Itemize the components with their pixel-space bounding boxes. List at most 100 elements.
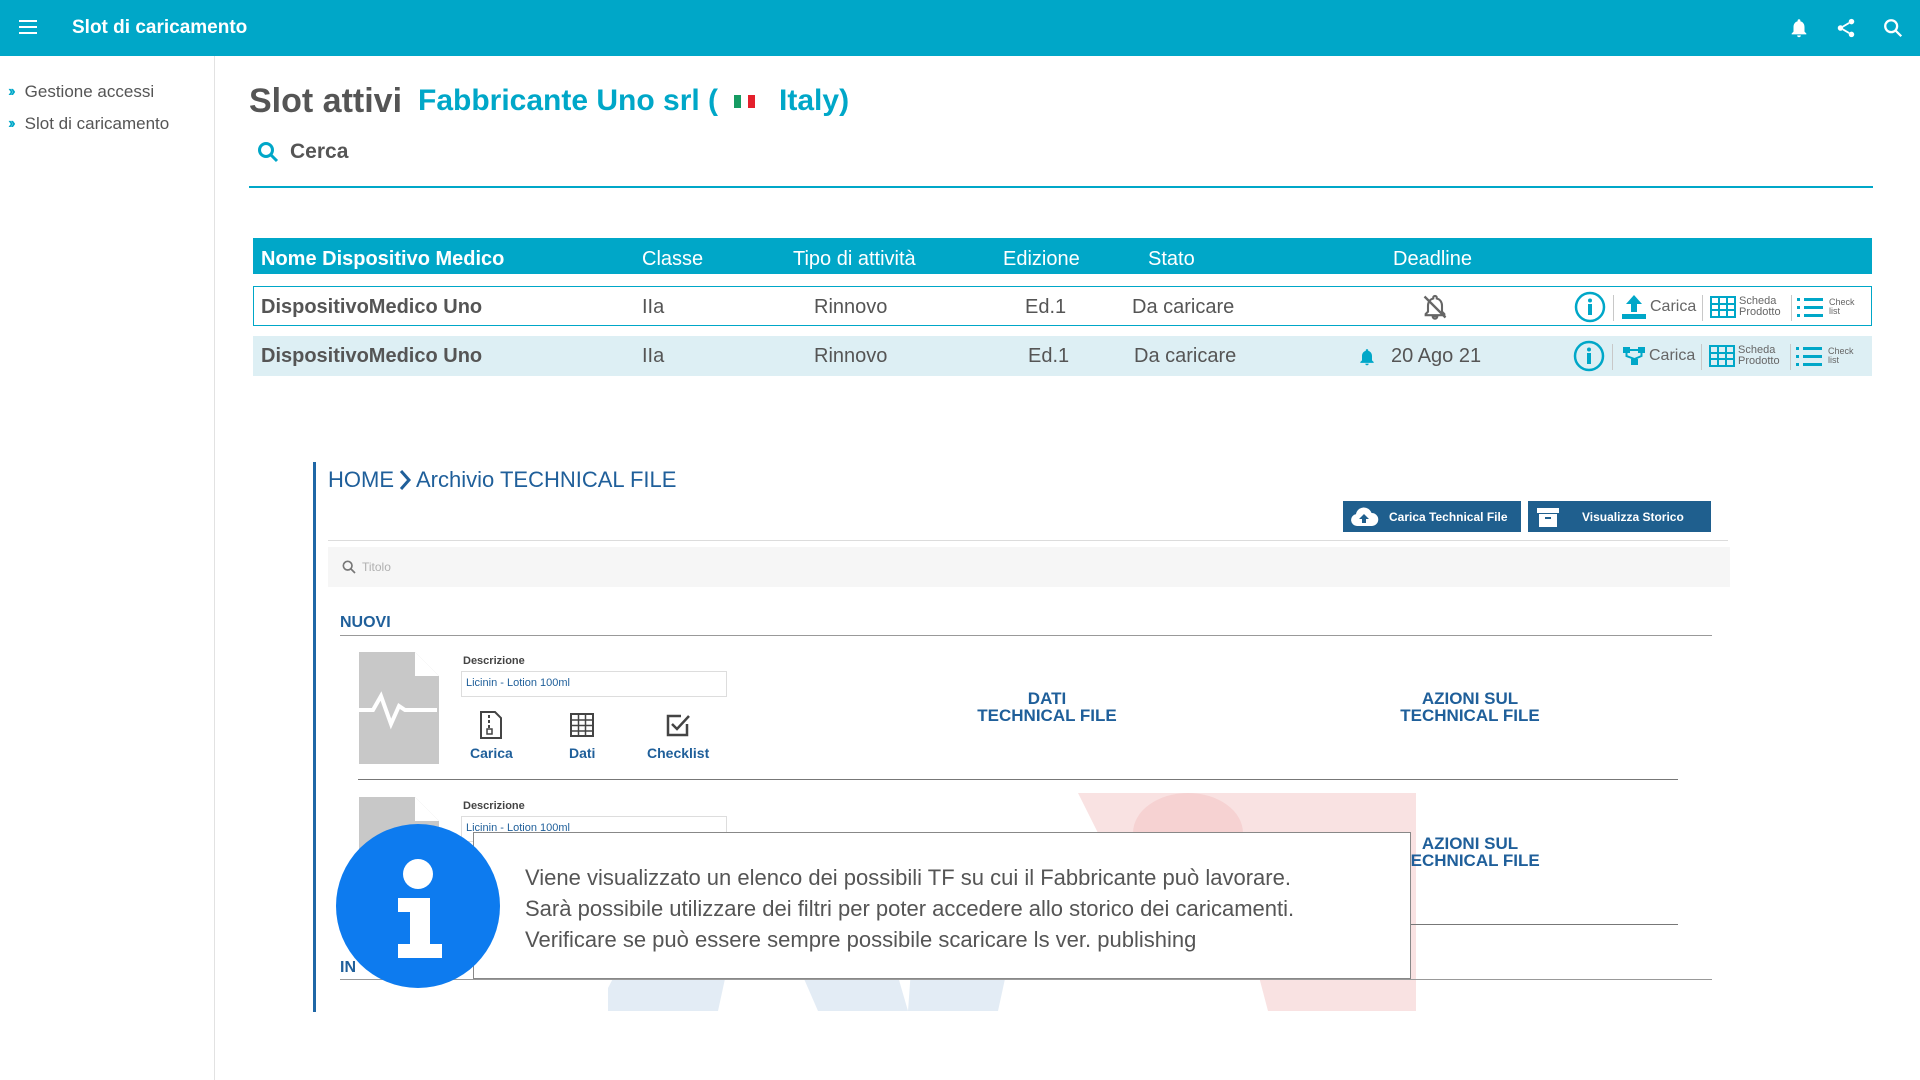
- breadcrumb: HOME Archivio TECHNICAL FILE: [328, 467, 676, 493]
- carica-button[interactable]: Carica: [1621, 291, 1696, 323]
- column-header[interactable]: Deadline: [1393, 248, 1472, 271]
- column-header[interactable]: Classe: [642, 248, 703, 271]
- upload-button-label: Carica Technical File: [1389, 509, 1508, 524]
- item-checklist-label: Checklist: [647, 745, 710, 761]
- section-title-nuovi: NUOVI: [340, 614, 391, 631]
- company-title: Fabbricante Uno srl ( Italy): [418, 84, 849, 118]
- sidebar: ›› Gestione accessi ›› Slot di caricamen…: [0, 56, 215, 1080]
- device-name: DispositivoMedico Uno: [261, 296, 483, 318]
- column-header[interactable]: Stato: [1148, 248, 1195, 271]
- app-title: Slot di caricamento: [72, 17, 248, 38]
- hierarchy-icon: [1623, 347, 1645, 365]
- status: Da caricare: [1134, 345, 1237, 367]
- divider: [1613, 295, 1614, 321]
- document-pulse-icon: [345, 652, 441, 764]
- search-icon[interactable]: [1882, 17, 1904, 39]
- divider: [1702, 295, 1703, 321]
- device-name: DispositivoMedico Uno: [261, 345, 483, 367]
- scheda-label-2: Prodotto: [1739, 306, 1781, 318]
- archive-box-icon: [1537, 507, 1559, 527]
- checklist-button[interactable]: Check list: [1796, 291, 1855, 323]
- table-row[interactable]: DispositivoMedico Uno IIa Rinnovo Ed.1 D…: [253, 286, 1872, 326]
- check-label-2: list: [1828, 355, 1839, 365]
- divider: [1790, 344, 1791, 370]
- scheda-prodotto-button[interactable]: Scheda Prodotto: [1710, 291, 1781, 323]
- divider: [1791, 295, 1792, 321]
- description-field[interactable]: Licinin - Lotion 100ml: [461, 671, 727, 697]
- italy-flag-icon: [734, 94, 756, 108]
- carica-label: Carica: [1650, 298, 1697, 315]
- column-title-azioni: AZIONI SUL TECHNICAL FILE: [1375, 690, 1565, 724]
- breadcrumb-home[interactable]: HOME: [328, 467, 394, 493]
- chevron-double-right-icon: ››: [8, 83, 15, 100]
- activity-type: Rinnovo: [814, 345, 888, 367]
- column-title-dati: DATI TECHNICAL FILE: [952, 690, 1142, 724]
- column-header[interactable]: Edizione: [1003, 248, 1080, 271]
- column-header[interactable]: Tipo di attività: [793, 248, 916, 271]
- info-button[interactable]: [1574, 291, 1606, 323]
- title-filter-input[interactable]: [328, 547, 1730, 587]
- sidebar-item-slot-caricamento[interactable]: ›› Slot di caricamento: [8, 112, 169, 136]
- list-icon: [1797, 298, 1823, 317]
- item-dati-label: Dati: [569, 745, 596, 761]
- sidebar-item-label: Slot di caricamento: [24, 114, 170, 133]
- app-header: Slot di caricamento: [0, 0, 1920, 56]
- item-checklist-button[interactable]: Checklist: [647, 711, 709, 761]
- column-header[interactable]: Nome Dispositivo Medico: [261, 248, 504, 271]
- info-circle-icon: [1573, 340, 1605, 372]
- breadcrumb-current: Archivio TECHNICAL FILE: [416, 467, 677, 492]
- info-line-1: Viene visualizzato un elenco dei possibi…: [525, 865, 1291, 890]
- item-dati-button[interactable]: Dati: [569, 711, 595, 761]
- search-icon: [258, 142, 279, 163]
- divider: [1612, 344, 1613, 370]
- carica-button[interactable]: Carica: [1622, 340, 1695, 372]
- item-carica-label: Carica: [470, 745, 513, 761]
- table-grid-icon: [570, 713, 595, 737]
- search-icon: [342, 560, 356, 574]
- upload-technical-file-button[interactable]: Carica Technical File: [1343, 501, 1521, 532]
- col-azioni-line1: AZIONI SUL: [1421, 689, 1519, 708]
- bell-icon: [1357, 346, 1377, 374]
- divider: [1411, 924, 1678, 925]
- info-button[interactable]: [1573, 340, 1605, 372]
- description-label: Descrizione: [463, 655, 525, 667]
- view-history-button[interactable]: Visualizza Storico: [1528, 501, 1711, 532]
- table-grid-icon: [1710, 296, 1736, 318]
- divider: [1701, 344, 1702, 370]
- col-dati-line2: TECHNICAL FILE: [977, 706, 1117, 725]
- search-field[interactable]: Cerca: [256, 140, 348, 164]
- list-icon: [1796, 347, 1822, 366]
- col-dati-line1: DATI: [1027, 689, 1067, 708]
- page-title: Slot attivi: [249, 82, 403, 120]
- scheda-prodotto-button[interactable]: Scheda Prodotto: [1709, 340, 1780, 372]
- file-archive-icon: [480, 711, 503, 739]
- device-class: IIa: [642, 345, 665, 367]
- info-line-3: Verificare se può essere sempre possibil…: [525, 927, 1197, 952]
- checklist-button[interactable]: Check list: [1795, 340, 1854, 372]
- share-icon[interactable]: [1835, 17, 1857, 39]
- panel-border: [313, 462, 316, 1012]
- device-class: IIa: [642, 296, 665, 318]
- activity-type: Rinnovo: [814, 296, 888, 318]
- info-circle-icon: [1574, 291, 1606, 323]
- bell-icon[interactable]: [1788, 17, 1810, 39]
- sidebar-item-gestione-accessi[interactable]: ›› Gestione accessi: [8, 80, 154, 104]
- divider: [358, 779, 1678, 780]
- description-label: Descrizione: [463, 800, 525, 812]
- table-row[interactable]: DispositivoMedico Uno IIa Rinnovo Ed.1 D…: [253, 336, 1872, 376]
- menu-icon[interactable]: [19, 20, 37, 34]
- history-button-label: Visualizza Storico: [1582, 509, 1684, 524]
- item-carica-button[interactable]: Carica: [470, 711, 513, 761]
- edition: Ed.1: [1025, 296, 1067, 318]
- table-header: Nome Dispositivo Medico Classe Tipo di a…: [253, 238, 1872, 274]
- divider: [340, 979, 1712, 980]
- table-grid-icon: [1709, 345, 1735, 367]
- scheda-label-2: Prodotto: [1738, 355, 1780, 367]
- divider: [328, 540, 1728, 541]
- carica-label: Carica: [1649, 347, 1696, 364]
- bell-off-icon: [1421, 293, 1449, 327]
- search-label: Cerca: [290, 140, 349, 163]
- search-underline: [249, 186, 1873, 188]
- info-callout-text: Viene visualizzato un elenco dei possibi…: [525, 862, 1294, 955]
- info-icon: [336, 824, 500, 988]
